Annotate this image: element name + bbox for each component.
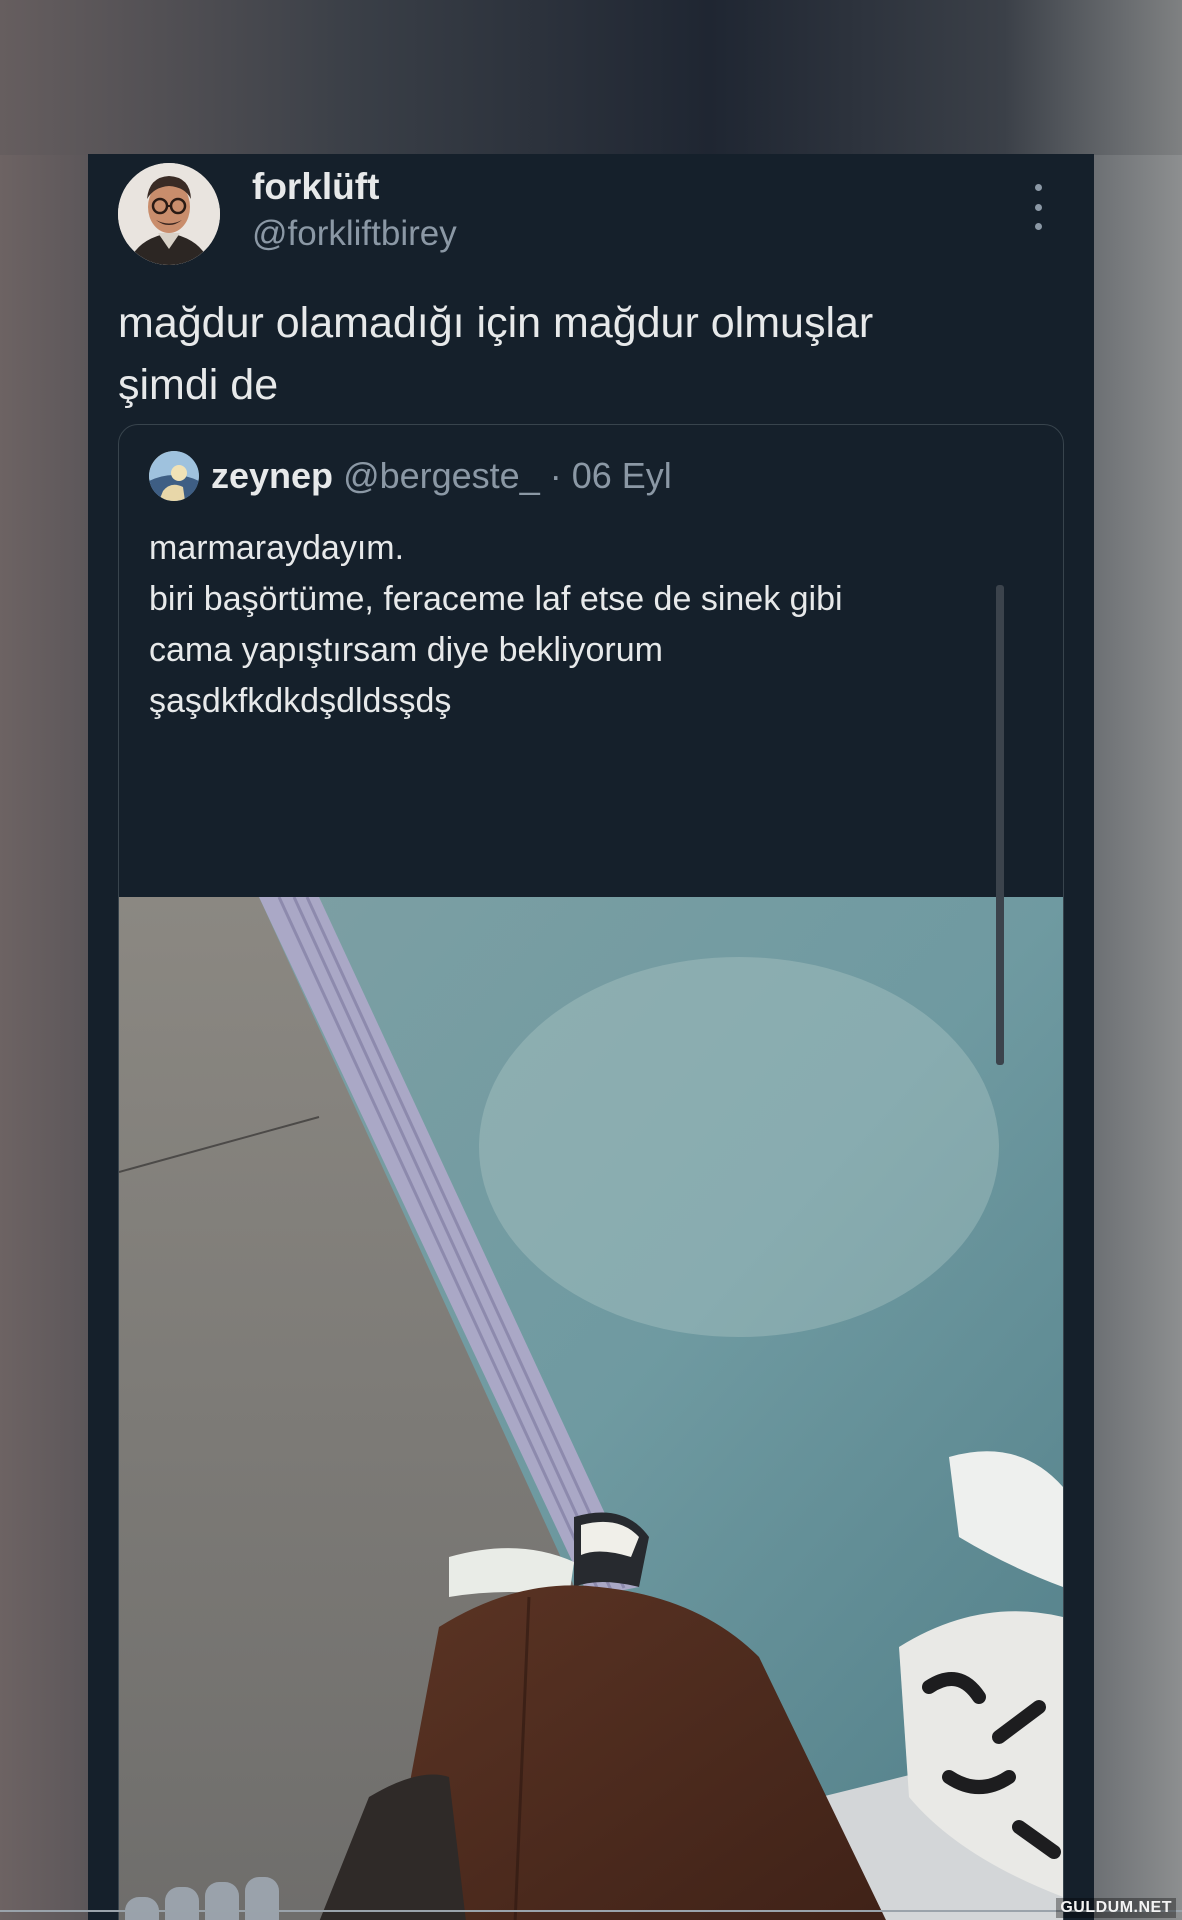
quoted-author-name[interactable]: zeynep [211, 455, 333, 496]
author-handle[interactable]: @forkliftbirey [252, 214, 457, 254]
divider [0, 1910, 1182, 1912]
quoted-tweet-text: marmaraydayım. biri başörtüme, feraceme … [149, 529, 843, 720]
author-avatar-image [118, 163, 220, 265]
more-dot [1034, 184, 1042, 191]
quoted-author-avatar[interactable] [149, 451, 199, 501]
more-dot [1034, 203, 1042, 211]
tweet-text: mağdur olamadığı için mağdur olmuşlar şi… [118, 299, 874, 409]
quoted-avatar-image [149, 451, 199, 501]
author-name[interactable]: forklüft [252, 166, 379, 208]
quoted-tweet-photo[interactable] [119, 897, 1063, 1920]
quoted-tweet[interactable]: zeynep @bergeste_ · 06 Eyl marmaraydayım… [118, 424, 1064, 1920]
quoted-date[interactable]: · 06 Eyl [550, 455, 672, 496]
watermark: GULDUM.NET [1056, 1898, 1176, 1918]
quoted-meta: zeynep @bergeste_ · 06 Eyl [211, 455, 672, 497]
tweet-card[interactable]: forklüft @forkliftbirey mağdur olamadığı… [88, 154, 1094, 1920]
more-dot [1034, 223, 1042, 230]
more-options-icon[interactable] [1026, 184, 1050, 230]
author-avatar[interactable] [118, 163, 220, 265]
scrollbar[interactable] [996, 585, 1004, 1065]
quoted-author-handle[interactable]: @bergeste_ [343, 455, 540, 496]
photo-image [119, 897, 1063, 1920]
background-top [0, 0, 1182, 155]
